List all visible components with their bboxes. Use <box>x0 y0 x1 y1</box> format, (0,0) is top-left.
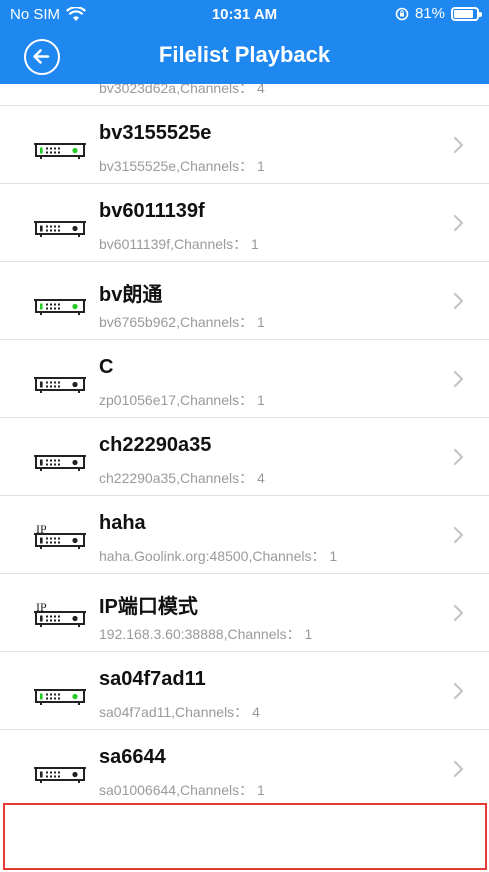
device-row[interactable]: bv3023d62a,Channels： 4 <box>0 84 489 106</box>
status-bar: No SIM 10:31 AM 81% <box>0 0 489 30</box>
navigation-bar: Filelist Playback <box>0 30 489 84</box>
device-detail: bv3155525e,Channels： 1 <box>99 158 265 174</box>
device-row[interactable]: sa6644 sa01006644,Channels： 1 <box>0 730 489 802</box>
dvr-icon <box>34 366 86 396</box>
header: No SIM 10:31 AM 81% Filelist Playback <box>0 0 489 84</box>
device-detail: 192.168.3.60:38888,Channels： 1 <box>99 626 313 642</box>
device-name: IP端口模式 <box>99 596 198 618</box>
device-row[interactable]: bv6011139f bv6011139f,Channels： 1 <box>0 184 489 262</box>
device-detail: bv3023d62a,Channels： 4 <box>99 84 265 96</box>
device-detail: bv6011139f,Channels： 1 <box>99 236 259 252</box>
bottom-panel <box>3 803 487 870</box>
device-detail: sa01006644,Channels： 1 <box>99 782 265 798</box>
battery-icon <box>451 6 482 21</box>
device-name: bv3155525e <box>99 122 212 144</box>
status-right: 81% <box>395 5 482 22</box>
device-name: C <box>99 356 114 378</box>
device-name: bv6011139f <box>99 200 205 222</box>
device-row[interactable]: bv3155525e bv3155525e,Channels： 1 <box>0 106 489 184</box>
device-detail: ch22290a35,Channels： 4 <box>99 470 265 486</box>
chevron-right-icon <box>453 526 464 544</box>
chevron-right-icon <box>453 136 464 154</box>
page-title: Filelist Playback <box>158 42 331 67</box>
dvr-icon <box>34 210 86 240</box>
battery-percent: 81% <box>414 5 445 22</box>
device-detail: haha.Goolink.org:48500,Channels： 1 <box>99 548 338 564</box>
dvr-icon <box>34 288 86 318</box>
device-list[interactable]: bv3023d62a,Channels： 4 bv3155525e bv315552… <box>0 84 489 802</box>
dvr-icon <box>34 678 86 708</box>
ip-dvr-icon: IP <box>34 600 86 630</box>
chevron-right-icon <box>453 760 464 778</box>
device-name: ch22290a35 <box>99 434 212 456</box>
device-detail: sa04f7ad11,Channels： 4 <box>99 704 260 720</box>
device-name: sa6644 <box>99 746 166 768</box>
device-row[interactable]: IP IP端口模式 192.168.3.60:38888,Channels： 1 <box>0 574 489 652</box>
device-name: sa04f7ad11 <box>99 668 206 690</box>
chevron-right-icon <box>453 682 464 700</box>
chevron-right-icon <box>453 604 464 622</box>
device-row[interactable]: IP haha haha.Goolink.org:48500,Channels： 1 <box>0 496 489 574</box>
dvr-icon <box>34 132 86 162</box>
device-detail: zp01056e17,Channels： 1 <box>99 392 265 408</box>
chevron-right-icon <box>453 370 464 388</box>
device-list-inner: bv3023d62a,Channels： 4 bv3155525e bv315552… <box>0 84 489 802</box>
orientation-lock-icon <box>395 7 409 20</box>
device-row[interactable]: Czp01056e17,Channels： 1 <box>0 340 489 418</box>
chevron-right-icon <box>453 448 464 466</box>
device-name: haha <box>99 512 146 534</box>
dvr-icon <box>34 444 86 474</box>
ip-dvr-icon: IP <box>34 522 86 552</box>
chevron-right-icon <box>453 214 464 232</box>
chevron-right-icon <box>453 292 464 310</box>
device-name: bv朗通 <box>99 284 163 306</box>
device-row[interactable]: sa04f7ad11 sa04f7ad11,Channels： 4 <box>0 652 489 730</box>
device-row[interactable]: bv朗通 bv6765b962,Channels： 1 <box>0 262 489 340</box>
device-detail: bv6765b962,Channels： 1 <box>99 314 265 330</box>
device-row[interactable]: ch22290a35 ch22290a35,Channels： 4 <box>0 418 489 496</box>
dvr-icon <box>34 756 86 786</box>
